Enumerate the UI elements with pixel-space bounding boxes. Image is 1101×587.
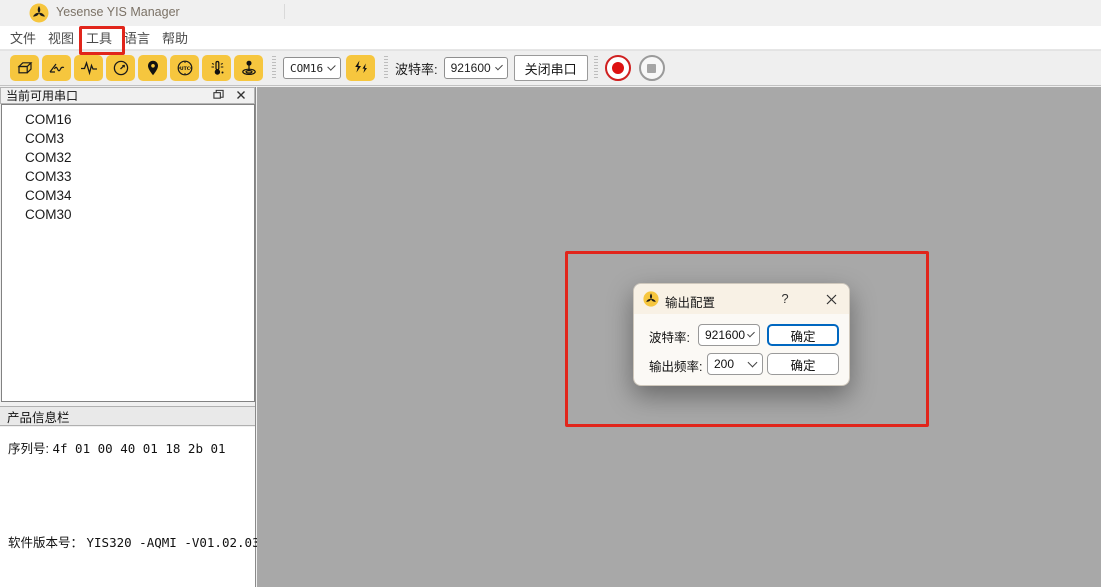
- menubar-separator: [284, 4, 285, 19]
- utc-clock-icon: UTC: [176, 59, 194, 77]
- svg-text:UTC: UTC: [179, 66, 190, 72]
- toolbar-handle[interactable]: [594, 56, 598, 80]
- port-list-item[interactable]: COM34: [2, 186, 254, 205]
- product-info-header: 产品信息栏: [0, 406, 255, 426]
- annotation-rect-tools-menu: [79, 26, 125, 55]
- main-area: 当前可用串口 COM16 COM3 COM32 COM33 COM34 COM3…: [0, 87, 1101, 587]
- menu-help[interactable]: 帮助: [162, 26, 188, 49]
- port-list-item[interactable]: COM30: [2, 205, 254, 224]
- app-window: Yesense YIS Manager 文件 视图 工具 语言 帮助: [0, 0, 1101, 587]
- temperature-button[interactable]: [202, 55, 231, 81]
- serial-number-label: 序列号:: [8, 442, 49, 456]
- serial-number-value: 4f 01 00 40 01 18 2b 01: [52, 441, 225, 456]
- port-list-item[interactable]: COM32: [2, 148, 254, 167]
- angle-wave-button[interactable]: [42, 55, 71, 81]
- product-info-body: 序列号: 4f 01 00 40 01 18 2b 01 软件版本号： YIS3…: [0, 427, 255, 587]
- annotation-rect-dialog: [565, 251, 929, 427]
- software-version-row: 软件版本号： YIS320 -AQMI -V01.02.03;: [8, 532, 267, 551]
- cube-3d-icon: [16, 59, 34, 77]
- toolbar-handle[interactable]: [272, 56, 276, 80]
- menu-language[interactable]: 语言: [124, 26, 150, 49]
- port-list-item[interactable]: COM3: [2, 129, 254, 148]
- refresh-ports-button[interactable]: [346, 55, 375, 81]
- toolbar-handle[interactable]: [384, 56, 388, 80]
- product-info-title: 产品信息栏: [7, 407, 70, 426]
- port-list: COM16 COM3 COM32 COM33 COM34 COM30: [1, 104, 255, 402]
- stop-icon: [647, 64, 656, 73]
- record-button[interactable]: [605, 55, 631, 81]
- refresh-bolts-icon: [352, 59, 370, 77]
- gauge-icon: [112, 59, 130, 77]
- waveform-icon: [80, 59, 98, 77]
- close-panel-icon[interactable]: [236, 90, 246, 100]
- serial-number-row: 序列号: 4f 01 00 40 01 18 2b 01: [8, 438, 226, 457]
- ports-panel-header: 当前可用串口: [0, 87, 255, 104]
- utc-time-button[interactable]: UTC: [170, 55, 199, 81]
- cube-3d-view-button[interactable]: [10, 55, 39, 81]
- close-serial-button[interactable]: 关闭串口: [514, 55, 588, 81]
- waveform-button[interactable]: [74, 55, 103, 81]
- software-version-value: YIS320 -AQMI -V01.02.03;: [87, 535, 268, 550]
- menu-view[interactable]: 视图: [48, 26, 74, 49]
- port-list-item[interactable]: COM33: [2, 167, 254, 186]
- title-bar: Yesense YIS Manager: [0, 0, 1101, 26]
- menu-file[interactable]: 文件: [10, 26, 36, 49]
- stop-button[interactable]: [639, 55, 665, 81]
- baud-rate-label: 波特率:: [395, 59, 438, 78]
- chevron-down-icon: [327, 62, 335, 70]
- pin-base-button[interactable]: [234, 55, 263, 81]
- location-button[interactable]: [138, 55, 167, 81]
- menu-bar: 文件 视图 工具 语言 帮助: [0, 26, 1101, 50]
- port-list-item[interactable]: COM16: [2, 110, 254, 129]
- com-port-select[interactable]: COM16: [283, 57, 341, 79]
- float-panel-icon[interactable]: [213, 89, 224, 100]
- record-icon: [612, 62, 624, 74]
- window-title: Yesense YIS Manager: [56, 5, 180, 19]
- ports-panel-title: 当前可用串口: [6, 87, 78, 104]
- com-port-value: COM16: [290, 62, 323, 75]
- app-logo-icon: [29, 3, 49, 23]
- serial-ports-panel: 当前可用串口 COM16 COM3 COM32 COM33 COM34 COM3…: [0, 87, 256, 587]
- chevron-down-icon: [495, 63, 503, 71]
- software-version-label: 软件版本号：: [8, 536, 83, 550]
- toolbar: UTC COM16: [0, 50, 1101, 86]
- pin-base-icon: [240, 59, 258, 77]
- thermometer-icon: [208, 59, 226, 77]
- gauge-button[interactable]: [106, 55, 135, 81]
- angle-wave-icon: [48, 59, 66, 77]
- baud-rate-value: 921600: [451, 61, 491, 75]
- baud-rate-select[interactable]: 921600: [444, 57, 508, 79]
- location-pin-icon: [144, 59, 162, 77]
